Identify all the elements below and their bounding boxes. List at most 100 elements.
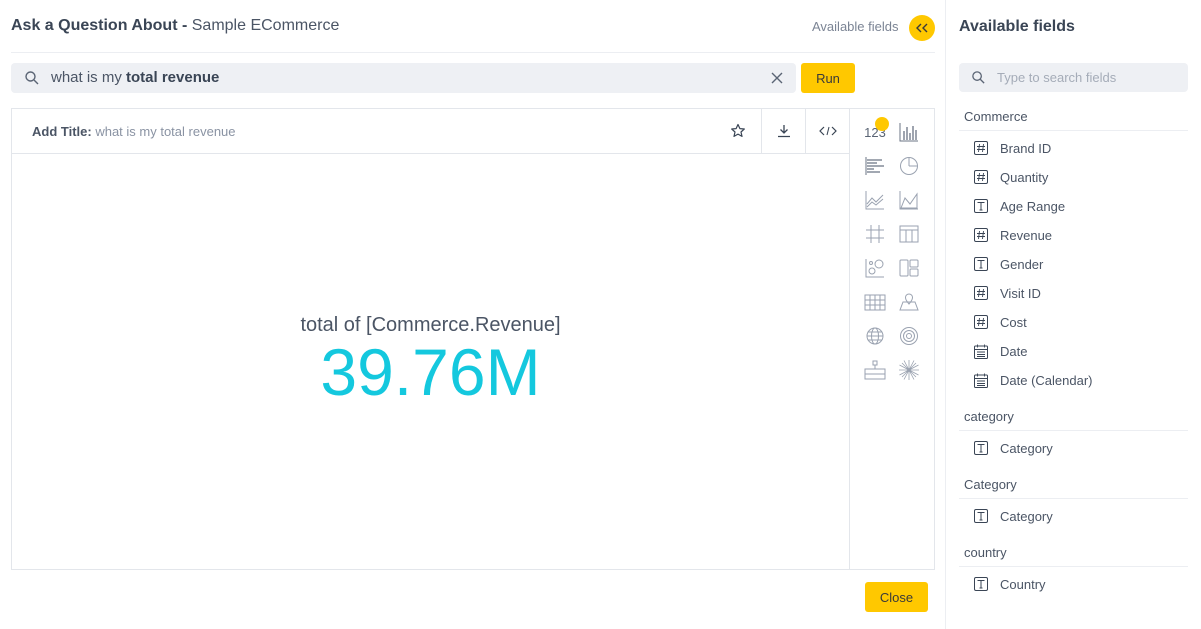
column-chart-icon bbox=[899, 123, 918, 142]
chart-type-pie[interactable] bbox=[896, 153, 922, 179]
field-item[interactable]: Cost bbox=[974, 312, 1027, 332]
chart-type-selector: 123 bbox=[849, 109, 934, 569]
calendar-icon bbox=[974, 373, 988, 388]
add-title-label: Add Title: bbox=[32, 124, 92, 139]
chart-type-bar[interactable] bbox=[862, 153, 888, 179]
question-input[interactable]: what is my total revenue bbox=[11, 63, 796, 93]
field-item[interactable]: Age Range bbox=[974, 196, 1065, 216]
query-pane: Ask a Question About - Sample ECommerce … bbox=[0, 0, 945, 629]
area-chart-icon bbox=[899, 191, 918, 210]
view-code-button[interactable] bbox=[805, 109, 849, 153]
chart-type-line[interactable] bbox=[862, 187, 888, 213]
globe-icon bbox=[866, 327, 884, 345]
field-item[interactable]: Revenue bbox=[974, 225, 1052, 245]
bar-chart-icon bbox=[865, 157, 884, 175]
star-icon bbox=[731, 123, 745, 137]
text-type-icon bbox=[974, 441, 988, 455]
chart-type-radial[interactable] bbox=[896, 323, 922, 349]
run-button[interactable]: Run bbox=[801, 63, 855, 93]
field-label: Date bbox=[1000, 343, 1028, 359]
visualization-panel: Add Title: what is my total revenue tota… bbox=[11, 108, 935, 570]
number-type-icon bbox=[974, 315, 988, 329]
heatmap-icon bbox=[864, 294, 886, 311]
active-indicator bbox=[875, 117, 889, 131]
field-item[interactable]: Category bbox=[974, 438, 1053, 458]
pie-chart-icon bbox=[900, 157, 918, 175]
chart-type-area[interactable] bbox=[896, 187, 922, 213]
field-label: Quantity bbox=[1000, 169, 1049, 185]
field-label: Visit ID bbox=[1000, 285, 1041, 301]
chevrons-left-icon bbox=[916, 23, 928, 33]
toggle-fields-panel-button[interactable] bbox=[909, 15, 935, 41]
radial-chart-icon bbox=[900, 327, 918, 345]
field-label: Gender bbox=[1000, 256, 1044, 272]
field-label: Revenue bbox=[1000, 227, 1053, 243]
question-plain: what is my bbox=[51, 69, 127, 86]
chart-type-geo[interactable] bbox=[862, 323, 888, 349]
text-type-icon bbox=[974, 577, 988, 591]
group-divider bbox=[959, 430, 1188, 431]
field-item[interactable]: Date bbox=[974, 341, 1027, 361]
text-type-icon bbox=[974, 199, 988, 213]
number-type-icon bbox=[974, 228, 988, 242]
chart-type-pivot[interactable] bbox=[862, 221, 888, 247]
available-fields-link[interactable]: Available fields bbox=[812, 19, 898, 34]
funnel-icon bbox=[864, 360, 886, 380]
dataset-name: Sample ECommerce bbox=[191, 17, 340, 34]
field-item[interactable]: Country bbox=[974, 574, 1046, 594]
field-group-commerce[interactable]: Commerce bbox=[964, 109, 1028, 124]
map-icon bbox=[899, 293, 919, 311]
chart-title-value: what is my total revenue bbox=[95, 124, 236, 139]
field-group-country[interactable]: country bbox=[964, 545, 1007, 560]
search-icon bbox=[25, 71, 39, 85]
field-group-category-2[interactable]: Category bbox=[964, 477, 1017, 492]
field-item[interactable]: Gender bbox=[974, 254, 1043, 274]
text-type-icon bbox=[974, 257, 988, 271]
close-icon[interactable] bbox=[770, 71, 784, 85]
sunburst-icon bbox=[899, 360, 919, 380]
download-icon bbox=[777, 125, 790, 138]
kpi-card: total of [Commerce.Revenue] 39.76M bbox=[12, 154, 849, 569]
available-fields-panel: Available fields Commerce Brand ID Quant… bbox=[945, 0, 1201, 629]
visualization-header: Add Title: what is my total revenue bbox=[12, 109, 849, 154]
text-type-icon bbox=[974, 509, 988, 523]
favorite-button[interactable] bbox=[716, 109, 760, 153]
chart-type-map[interactable] bbox=[896, 289, 922, 315]
field-item[interactable]: Visit ID bbox=[974, 283, 1041, 303]
field-item[interactable]: Brand ID bbox=[974, 138, 1051, 158]
field-label: Cost bbox=[1000, 314, 1027, 330]
chart-type-sunburst[interactable] bbox=[896, 357, 922, 383]
code-icon bbox=[818, 126, 837, 136]
chart-title[interactable]: Add Title: what is my total revenue bbox=[32, 124, 236, 139]
field-label: Brand ID bbox=[1000, 140, 1052, 156]
field-item[interactable]: Category bbox=[974, 506, 1053, 526]
download-button[interactable] bbox=[761, 109, 805, 153]
scatter-chart-icon bbox=[865, 259, 884, 278]
field-search bbox=[959, 63, 1188, 92]
group-divider bbox=[959, 566, 1188, 567]
field-label: Country bbox=[1000, 576, 1046, 592]
page-title-prefix: Ask a Question About - bbox=[11, 17, 192, 34]
fields-panel-title: Available fields bbox=[959, 18, 1075, 35]
close-button[interactable]: Close bbox=[865, 582, 928, 612]
kpi-value: 39.76M bbox=[320, 335, 541, 409]
chart-type-column[interactable] bbox=[896, 119, 922, 145]
chart-type-table[interactable] bbox=[896, 221, 922, 247]
chart-type-funnel[interactable] bbox=[862, 357, 888, 383]
field-item[interactable]: Quantity bbox=[974, 167, 1048, 187]
page-title: Ask a Question About - Sample ECommerce bbox=[11, 17, 339, 35]
field-group-category[interactable]: category bbox=[964, 409, 1014, 424]
chart-type-scatter[interactable] bbox=[862, 255, 888, 281]
field-label: Date (Calendar) bbox=[1000, 372, 1093, 388]
number-type-icon bbox=[974, 286, 988, 300]
question-text: what is my total revenue bbox=[51, 69, 219, 86]
field-item[interactable]: Date (Calendar) bbox=[974, 370, 1093, 390]
chart-type-treemap[interactable] bbox=[896, 255, 922, 281]
group-divider bbox=[959, 498, 1188, 499]
field-search-input[interactable] bbox=[995, 67, 1180, 88]
chart-type-heatmap[interactable] bbox=[862, 289, 888, 315]
field-label: Age Range bbox=[1000, 198, 1066, 214]
pivot-grid-icon bbox=[866, 225, 884, 243]
field-label: Category bbox=[1000, 508, 1053, 524]
calendar-icon bbox=[974, 344, 988, 359]
